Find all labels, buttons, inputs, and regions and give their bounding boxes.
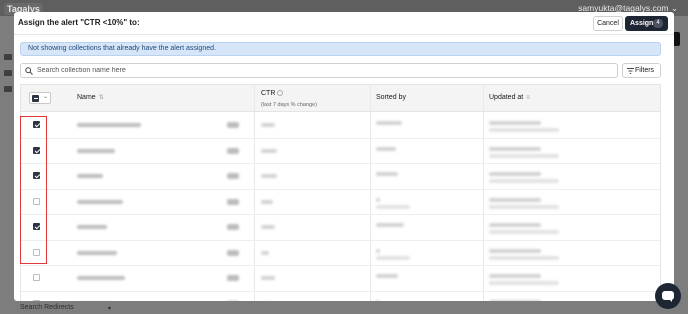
sort-icon[interactable]: ⇅: [99, 95, 104, 101]
column-header-ctr-sub: (last 7 days % change): [261, 102, 317, 108]
redacted-updated-at: [489, 223, 541, 227]
redacted-updated-by: [489, 255, 559, 260]
redacted-updated-by: [489, 153, 559, 158]
table-row[interactable]: [21, 241, 660, 266]
column-header-updated-at[interactable]: Updated at ≡: [489, 94, 530, 101]
row-checkbox[interactable]: [33, 299, 40, 301]
column-header-name-label: Name: [77, 94, 96, 101]
info-notice: Not showing collections that already hav…: [20, 42, 661, 56]
redacted-updated-by: [489, 204, 559, 209]
assign-button[interactable]: Assign 4: [625, 16, 668, 31]
redacted-updated-by: [489, 179, 559, 183]
redacted-updated-at: [489, 146, 541, 151]
redacted-name: [77, 225, 107, 229]
column-header-sorted-by: Sorted by: [376, 94, 406, 101]
table-row[interactable]: [21, 164, 660, 190]
highlight-box: [20, 116, 47, 264]
redacted-updated-at: [489, 197, 541, 202]
redacted-name: [77, 174, 103, 178]
search-box[interactable]: [20, 63, 618, 78]
table-row[interactable]: [21, 266, 660, 292]
column-header-ctr-label: CTR: [261, 90, 276, 97]
redacted-sorted-by: [376, 299, 380, 301]
redacted-sorted-by: [376, 146, 396, 151]
redacted-thumbnail: [227, 122, 239, 128]
table-row[interactable]: [21, 139, 660, 164]
sort-icon[interactable]: ≡: [526, 95, 530, 101]
redacted-updated-at: [489, 248, 541, 253]
redacted-ctr: [261, 174, 277, 178]
redacted-ctr: [261, 148, 277, 153]
select-all-checkbox[interactable]: [32, 95, 39, 102]
sidebar-icon: [4, 70, 12, 76]
redacted-sorted-by: [376, 274, 398, 278]
collections-table: ⌄ Name ⇅ CTR (last 7 days % change) Sorte…: [20, 84, 661, 301]
assign-count-badge: 4: [653, 19, 663, 28]
table-row[interactable]: [21, 215, 660, 241]
sidebar-icon: [4, 86, 12, 92]
redacted-thumbnail: [227, 173, 239, 179]
sidebar-item-search-redirects: Search Redirects: [20, 304, 74, 311]
sidebar-icon: [4, 54, 12, 60]
redacted-thumbnail: [227, 147, 239, 154]
redacted-thumbnail: [227, 224, 239, 230]
redacted-sorted-by: [376, 172, 398, 176]
redacted-ctr: [261, 276, 275, 280]
filters-label: Filters: [635, 67, 655, 74]
redacted-ctr: [261, 250, 269, 255]
redacted-updated-by: [489, 281, 559, 285]
column-header-ctr: CTR: [261, 90, 284, 97]
table-header: ⌄ Name ⇅ CTR (last 7 days % change) Sorte…: [21, 84, 660, 112]
redacted-sorted-by: [376, 197, 380, 202]
redacted-sorted-by: [376, 223, 404, 227]
modal-title: Assign the alert "CTR <10%" to:: [18, 18, 140, 27]
info-icon[interactable]: [277, 90, 284, 96]
redacted-updated-at: [489, 274, 541, 278]
redacted-updated-by: [489, 230, 559, 234]
chevron-down-icon[interactable]: ⌄: [43, 93, 48, 100]
redacted-name: [77, 123, 141, 127]
column-header-updated-at-label: Updated at: [489, 94, 524, 101]
redacted-ctr: [261, 123, 275, 127]
redacted-updated-by: [489, 128, 559, 132]
redacted-updated-at: [489, 121, 541, 125]
redacted-name: [77, 148, 115, 153]
redacted-thumbnail: [227, 300, 239, 301]
column-header-name[interactable]: Name ⇅: [77, 94, 104, 101]
search-icon: [25, 67, 33, 75]
modal-header: Assign the alert "CTR <10%" to: Cancel A…: [14, 12, 674, 35]
redacted-ctr: [261, 225, 275, 229]
redacted-thumbnail: [227, 198, 239, 205]
redacted-updated-at: [489, 299, 541, 301]
row-checkbox[interactable]: [33, 274, 40, 281]
redacted-thumbnail: [227, 275, 239, 281]
redacted-thumbnail: [227, 249, 239, 256]
filters-button[interactable]: Filters: [622, 63, 661, 78]
chevron-down-icon: ▾: [108, 306, 112, 312]
chat-widget-button[interactable]: [655, 283, 681, 309]
redacted-updated-at: [489, 172, 541, 176]
redacted-sorted-by: [376, 121, 402, 125]
filter-icon: [627, 68, 634, 74]
table-row[interactable]: [21, 113, 660, 139]
chat-icon: [662, 291, 674, 302]
redacted-name: [77, 276, 125, 280]
assign-alert-modal: Assign the alert "CTR <10%" to: Cancel A…: [14, 12, 674, 301]
redacted-name: [77, 199, 123, 204]
cancel-button[interactable]: Cancel: [593, 16, 623, 31]
redacted-sorted-by: [376, 248, 380, 253]
assign-button-label: Assign: [630, 20, 654, 27]
redacted-ctr: [261, 199, 273, 204]
select-all-dropdown[interactable]: ⌄: [29, 92, 51, 104]
redacted-sorted-by-sub: [376, 255, 410, 260]
redacted-sorted-by-sub: [376, 204, 410, 209]
table-row[interactable]: [21, 292, 660, 301]
search-input[interactable]: [37, 65, 612, 76]
table-row[interactable]: [21, 190, 660, 215]
redacted-name: [77, 250, 117, 255]
